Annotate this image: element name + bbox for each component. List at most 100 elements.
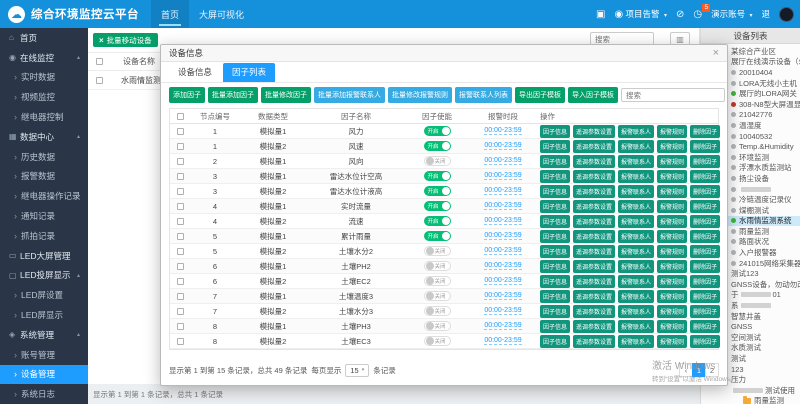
delete-factor-button[interactable]: 删除因子 [690, 229, 720, 243]
batch-edit-factor-button[interactable]: 批量修改因子 [261, 87, 311, 103]
enable-toggle[interactable]: 关闭 [423, 261, 451, 271]
remote-param-settings-button[interactable]: 遥调参数设置 [573, 214, 616, 228]
sidebar-item-led-cast-display[interactable]: ▢ LED投屏显示 ▴ [0, 266, 88, 286]
alarm-contact-button[interactable]: 报警联系人 [618, 244, 655, 258]
alarm-clock-button[interactable]: ◷ 5 [693, 3, 711, 20]
account-dropdown[interactable]: 演示账号 ▾ [711, 8, 752, 20]
alarm-period-link[interactable]: 00:00-23:59 [484, 322, 522, 330]
alarm-period-link[interactable]: 00:00-23:59 [484, 247, 522, 255]
sidebar-item-snapshot-log[interactable]: › 抓拍记录 [0, 226, 88, 246]
remote-param-settings-button[interactable]: 遥调参数设置 [573, 274, 616, 288]
alarm-rule-button[interactable]: 报警规则 [657, 229, 688, 243]
remote-param-settings-button[interactable]: 遥调参数设置 [573, 244, 616, 258]
alarm-period-link[interactable]: 00:00-23:59 [484, 232, 522, 240]
alarm-rule-button[interactable]: 报警规则 [657, 154, 688, 168]
factor-info-button[interactable]: 因子信息 [540, 229, 571, 243]
row-checkbox[interactable] [176, 307, 184, 315]
enable-toggle[interactable]: 开启 [423, 216, 451, 226]
remote-param-settings-button[interactable]: 遥调参数设置 [573, 184, 616, 198]
factor-info-button[interactable]: 因子信息 [540, 289, 571, 303]
notification-muted-icon[interactable]: ⊘ [676, 9, 684, 20]
alarm-rule-button[interactable]: 报警规则 [657, 259, 688, 273]
sidebar-item-notify-log[interactable]: › 通知记录 [0, 206, 88, 226]
alarm-period-link[interactable]: 00:00-23:59 [484, 187, 522, 195]
sidebar-item-led-screen-mgmt[interactable]: ▭ LED大屏管理 [0, 246, 88, 266]
row-checkbox[interactable] [176, 232, 184, 240]
pager-prev[interactable]: ‹ [679, 363, 693, 377]
row-checkbox[interactable] [176, 277, 184, 285]
alarm-period-link[interactable]: 00:00-23:59 [484, 337, 522, 345]
row-checkbox[interactable] [176, 187, 184, 195]
alarm-period-link[interactable]: 00:00-23:59 [484, 202, 522, 210]
sidebar-item-data-center[interactable]: ▦ 数据中心 ▴ [0, 127, 88, 147]
close-icon[interactable]: × [713, 47, 719, 59]
row-checkbox[interactable] [96, 76, 103, 84]
delete-factor-button[interactable]: 删除因子 [690, 319, 720, 333]
select-all-checkbox[interactable] [96, 58, 103, 65]
row-checkbox[interactable] [176, 127, 184, 135]
page-size-select[interactable]: 15 ▾ [345, 363, 370, 377]
alarm-period-link[interactable]: 00:00-23:59 [484, 157, 522, 165]
alarm-period-link[interactable]: 00:00-23:59 [484, 307, 522, 315]
row-checkbox[interactable] [176, 172, 184, 180]
enable-toggle[interactable]: 开启 [423, 141, 451, 151]
sidebar-item-realtime-data[interactable]: › 实时数据 [0, 68, 88, 88]
factor-info-button[interactable]: 因子信息 [540, 334, 571, 348]
factor-info-button[interactable]: 因子信息 [540, 139, 571, 153]
alarm-contact-button[interactable]: 报警联系人 [618, 214, 655, 228]
enable-toggle[interactable]: 关闭 [423, 306, 451, 316]
enable-toggle[interactable]: 开启 [423, 231, 451, 241]
sidebar-item-relay-control[interactable]: › 继电器控制 [0, 107, 88, 127]
sidebar-item-online-monitor[interactable]: ◉ 在线监控 ▴ [0, 48, 88, 68]
delete-factor-button[interactable]: 删除因子 [690, 334, 720, 348]
delete-factor-button[interactable]: 删除因子 [690, 304, 720, 318]
alarm-period-link[interactable]: 00:00-23:59 [484, 292, 522, 300]
factor-info-button[interactable]: 因子信息 [540, 124, 571, 138]
alarm-period-link[interactable]: 00:00-23:59 [484, 262, 522, 270]
delete-factor-button[interactable]: 删除因子 [690, 274, 720, 288]
row-checkbox[interactable] [176, 217, 184, 225]
add-factor-button[interactable]: 添加因子 [169, 87, 205, 103]
alarm-contact-button[interactable]: 报警联系人 [618, 334, 655, 348]
enable-toggle[interactable]: 开启 [423, 186, 451, 196]
batch-add-factor-button[interactable]: 批量添加因子 [208, 87, 258, 103]
remote-param-settings-button[interactable]: 遥调参数设置 [573, 334, 616, 348]
batch-add-alarm-contact-button[interactable]: 批量添加报警联系人 [314, 87, 385, 103]
sidebar-item-video-monitor[interactable]: › 视频监控 [0, 87, 88, 107]
delete-factor-button[interactable]: 删除因子 [690, 244, 720, 258]
alarm-period-link[interactable]: 00:00-23:59 [484, 217, 522, 225]
delete-factor-button[interactable]: 删除因子 [690, 214, 720, 228]
pager-page-2[interactable]: 2 [705, 363, 719, 377]
alarm-rule-button[interactable]: 报警规则 [657, 139, 688, 153]
remote-param-settings-button[interactable]: 遥调参数设置 [573, 169, 616, 183]
tab-device-info[interactable]: 设备信息 [169, 63, 221, 82]
import-factor-template-button[interactable]: 导入因子模板 [568, 87, 618, 103]
alarm-contact-button[interactable]: 报警联系人 [618, 319, 655, 333]
remote-param-settings-button[interactable]: 遥调参数设置 [573, 124, 616, 138]
factor-info-button[interactable]: 因子信息 [540, 214, 571, 228]
row-checkbox[interactable] [176, 202, 184, 210]
sidebar-item-led-screen-settings[interactable]: › LED屏设置 [0, 285, 88, 305]
alarm-contact-list-button[interactable]: 报警联系人列表 [455, 87, 512, 103]
batch-move-device-button[interactable]: × 批量移动设备 [93, 33, 158, 47]
alarm-rule-button[interactable]: 报警规则 [657, 334, 688, 348]
factor-info-button[interactable]: 因子信息 [540, 184, 571, 198]
factor-info-button[interactable]: 因子信息 [540, 154, 571, 168]
user-avatar[interactable] [779, 6, 794, 22]
enable-toggle[interactable]: 关闭 [423, 156, 451, 166]
alarm-contact-button[interactable]: 报警联系人 [618, 199, 655, 213]
alarm-contact-button[interactable]: 报警联系人 [618, 169, 655, 183]
factor-info-button[interactable]: 因子信息 [540, 259, 571, 273]
remote-param-settings-button[interactable]: 遥调参数设置 [573, 199, 616, 213]
alarm-rule-button[interactable]: 报警规则 [657, 244, 688, 258]
enable-toggle[interactable]: 关闭 [423, 336, 451, 346]
delete-factor-button[interactable]: 删除因子 [690, 124, 720, 138]
row-checkbox[interactable] [176, 322, 184, 330]
factor-search-input[interactable] [621, 88, 725, 102]
alarm-contact-button[interactable]: 报警联系人 [618, 229, 655, 243]
device-tree-item[interactable]: 测试使用 [701, 385, 800, 396]
factor-info-button[interactable]: 因子信息 [540, 199, 571, 213]
remote-param-settings-button[interactable]: 遥调参数设置 [573, 289, 616, 303]
alarm-rule-button[interactable]: 报警规则 [657, 169, 688, 183]
remote-param-settings-button[interactable]: 遥调参数设置 [573, 229, 616, 243]
